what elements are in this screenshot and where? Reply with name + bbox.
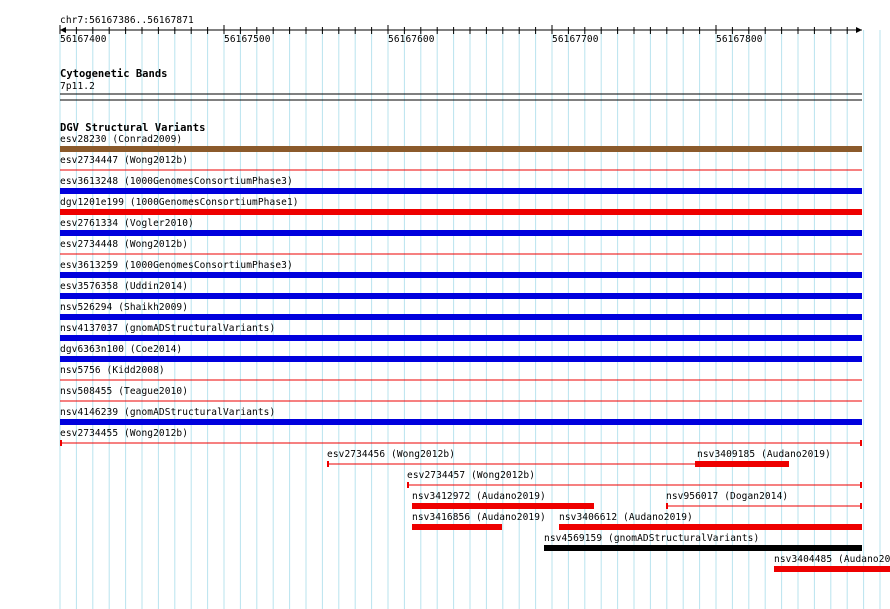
sv-feature-label[interactable]: esv3613248 (1000GenomesConsortiumPhase3) [60,176,293,187]
sv-feature-label[interactable]: esv2761334 (Vogler2010) [60,218,194,229]
sv-feature-label[interactable]: nsv5756 (Kidd2008) [60,365,165,376]
sv-feature-label[interactable]: nsv3404485 (Audano2019) [774,554,890,565]
sv-feature-label[interactable]: esv2734456 (Wong2012b) [327,449,455,460]
sv-feature-label[interactable]: nsv508455 (Teague2010) [60,386,188,397]
sv-feature-bar[interactable] [559,524,862,530]
sv-feature-bar[interactable] [412,503,594,509]
ruler-range-label: chr7:56167386..56167871 [60,15,194,26]
sv-feature-label[interactable]: esv3576358 (Uddin2014) [60,281,188,292]
sv-feature-label[interactable]: nsv4569159 (gnomADStructuralVariants) [544,533,759,544]
sv-feature-label[interactable]: esv3613259 (1000GenomesConsortiumPhase3) [60,260,293,271]
sv-feature-label[interactable]: nsv4137037 (gnomADStructuralVariants) [60,323,275,334]
sv-feature-bar[interactable] [60,188,862,194]
sv-track-title: DGV Structural Variants [60,122,206,134]
sv-feature-bar[interactable] [60,146,862,152]
sv-feature-bar[interactable] [60,209,862,215]
sv-feature-label[interactable]: esv2734447 (Wong2012b) [60,155,188,166]
sv-feature-label[interactable]: dgv1201e199 (1000GenomesConsortiumPhase1… [60,197,299,208]
sv-feature-label[interactable]: esv2734455 (Wong2012b) [60,428,188,439]
ruler-arrow [856,27,862,33]
ruler-tick-label: 56167500 [224,34,271,45]
sv-feature-end-tick [860,482,862,488]
sv-feature-end-tick [327,461,329,467]
sv-feature-bar[interactable] [60,230,862,236]
sv-feature-bar[interactable] [60,293,862,299]
sv-feature-bar[interactable] [412,524,502,530]
ruler-tick-label: 56167600 [388,34,435,45]
sv-feature-label[interactable]: esv2734457 (Wong2012b) [407,470,535,481]
sv-feature-bar[interactable] [60,419,862,425]
sv-feature-label[interactable]: esv28230 (Conrad2009) [60,134,182,145]
ruler-tick-label: 56167800 [716,34,763,45]
sv-feature-end-tick [695,461,697,467]
sv-feature-label[interactable]: dgv6363n100 (Coe2014) [60,344,182,355]
sv-feature-end-tick [60,440,62,446]
sv-feature-bar[interactable] [60,356,862,362]
ruler-arrow [60,27,66,33]
sv-feature-bar[interactable] [60,272,862,278]
ruler-tick-label: 56167400 [60,34,107,45]
sv-feature-bar[interactable] [774,566,890,572]
sv-feature-label[interactable]: nsv3409185 (Audano2019) [697,449,831,460]
ruler-tick-label: 56167700 [552,34,599,45]
sv-feature-label[interactable]: nsv3412972 (Audano2019) [412,491,546,502]
cytoband-label[interactable]: 7p11.2 [60,81,95,92]
sv-feature-bar[interactable] [697,461,789,467]
sv-feature-label[interactable]: nsv956017 (Dogan2014) [666,491,788,502]
sv-feature-label[interactable]: esv2734448 (Wong2012b) [60,239,188,250]
sv-feature-label[interactable]: nsv3416856 (Audano2019) [412,512,546,523]
cytoband-track-title: Cytogenetic Bands [60,68,168,80]
sv-feature-end-tick [860,440,862,446]
genome-browser-view[interactable]: chr7:56167386..56167871 56167400 5616750… [0,0,890,609]
sv-feature-label[interactable]: nsv4146239 (gnomADStructuralVariants) [60,407,275,418]
sv-feature-label[interactable]: nsv526294 (Shaikh2009) [60,302,188,313]
sv-feature-end-tick [407,482,409,488]
sv-feature-bar[interactable] [60,335,862,341]
sv-feature-bar[interactable] [60,314,862,320]
sv-feature-end-tick [666,503,668,509]
sv-feature-end-tick [860,503,862,509]
sv-feature-label[interactable]: nsv3406612 (Audano2019) [559,512,693,523]
sv-feature-bar[interactable] [544,545,862,551]
